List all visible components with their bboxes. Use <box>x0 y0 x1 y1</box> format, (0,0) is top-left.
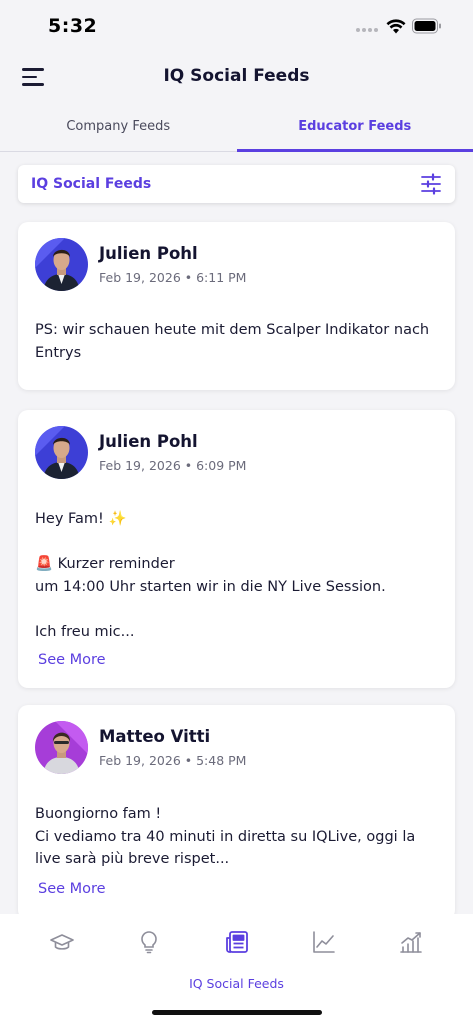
post-author: Julien Pohl <box>99 244 198 263</box>
avatar <box>35 426 88 479</box>
post-body: Hey Fam! ✨ 🚨 Kurzer reminder um 14:00 Uh… <box>35 511 386 640</box>
nav-item-analytics[interactable] <box>294 930 354 958</box>
post-card[interactable]: Matteo Vitti Feb 19, 2026 • 5:48 PM Buon… <box>18 705 455 920</box>
tab-educator-feeds[interactable]: Educator Feeds <box>236 106 473 152</box>
home-indicator[interactable] <box>152 1010 322 1015</box>
post-timestamp: Feb 19, 2026 • 6:09 PM <box>99 458 247 473</box>
bottom-navigation: IQ Social Feeds <box>0 914 473 1024</box>
feed-tabs: Company Feeds Educator Feeds <box>0 106 473 152</box>
battery-icon <box>412 18 441 34</box>
nav-label-social-feeds: IQ Social Feeds <box>189 976 284 991</box>
wifi-icon <box>386 19 406 34</box>
app-screen: 5:32 IQ Social Feeds Company Feeds Educa… <box>0 0 473 1024</box>
see-more-link[interactable]: See More <box>38 881 106 897</box>
cellular-signal-icon <box>356 28 378 32</box>
post-body: Buongiorno fam ! Ci vediamo tra 40 minut… <box>35 806 416 867</box>
see-more-link[interactable]: See More <box>38 652 106 668</box>
post-author: Matteo Vitti <box>99 727 211 746</box>
nav-item-markets[interactable] <box>381 930 441 958</box>
avatar <box>35 238 88 291</box>
page-title: IQ Social Feeds <box>163 66 310 86</box>
line-chart-icon <box>313 931 335 953</box>
post-body: PS: wir schauen heute mit dem Scalper In… <box>35 322 430 361</box>
lightbulb-icon <box>141 931 157 954</box>
post-timestamp: Feb 19, 2026 • 5:48 PM <box>99 753 247 768</box>
nav-item-ideas[interactable] <box>119 930 179 958</box>
graduation-cap-icon <box>50 934 74 950</box>
status-bar: 5:32 <box>0 0 473 54</box>
post-author: Julien Pohl <box>99 432 198 451</box>
newspaper-icon <box>225 931 248 953</box>
avatar <box>35 721 88 774</box>
filter-bar: IQ Social Feeds <box>18 165 455 203</box>
sliders-icon[interactable] <box>420 173 442 195</box>
post-card[interactable]: Julien Pohl Feb 19, 2026 • 6:09 PM Hey F… <box>18 410 455 688</box>
filter-title: IQ Social Feeds <box>31 176 152 192</box>
nav-item-social-feeds[interactable]: IQ Social Feeds <box>189 930 284 991</box>
post-timestamp: Feb 19, 2026 • 6:11 PM <box>99 270 247 285</box>
nav-item-education[interactable] <box>32 930 92 958</box>
post-card[interactable]: Julien Pohl Feb 19, 2026 • 6:11 PM PS: w… <box>18 222 455 390</box>
app-header: IQ Social Feeds <box>0 54 473 100</box>
tab-company-feeds[interactable]: Company Feeds <box>0 106 237 151</box>
status-time: 5:32 <box>48 15 98 37</box>
bar-chart-trend-icon <box>400 932 422 953</box>
